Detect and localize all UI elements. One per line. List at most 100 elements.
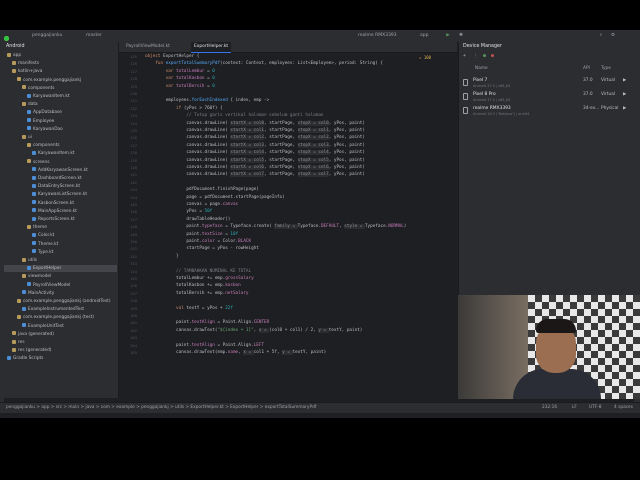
code-line[interactable]: var totalKasbon = 0 — [145, 76, 215, 82]
file-encoding[interactable]: UTF-8 — [589, 403, 602, 413]
launch-device-icon[interactable]: ▶ — [623, 78, 626, 84]
column-api[interactable]: API — [583, 66, 590, 72]
tree-item[interactable]: AddKaryawanScreen.kt — [4, 167, 117, 174]
tree-item[interactable]: ExportHelper — [4, 265, 117, 273]
code-line[interactable]: paint.color = Color.BLACK — [145, 239, 251, 245]
tree-item[interactable]: data — [4, 101, 117, 108]
indent-setting[interactable]: 4 spaces — [614, 403, 633, 413]
tree-item[interactable]: theme — [4, 224, 117, 231]
code-line[interactable]: paint.typeface = Typeface.create( family… — [145, 224, 406, 230]
code-line[interactable]: canvas.drawLine( startX = col5, startPag… — [145, 157, 365, 164]
code-line[interactable]: canvas.drawLine( startX = col1, startPag… — [145, 128, 365, 134]
tree-item[interactable]: components — [4, 85, 117, 92]
tree-item[interactable]: AppDatabase — [4, 109, 117, 116]
tree-item[interactable]: Theme.kt — [4, 241, 117, 248]
code-line[interactable]: startPage = yPos - rowHeight — [145, 246, 258, 252]
run-config-selector[interactable]: app — [420, 33, 428, 39]
tree-item[interactable]: ReportsScreen.kt — [4, 216, 117, 223]
run-icon[interactable]: ▶ — [445, 33, 451, 39]
tree-item[interactable]: com.example.penggajiankj (test) — [4, 314, 117, 321]
tree-item[interactable]: Gradle Scripts — [4, 355, 117, 362]
code-line[interactable]: canvas.drawLine( startX = col6, startPag… — [145, 165, 365, 171]
breadcrumb[interactable]: penggajianku > app > src > main > java >… — [6, 403, 316, 413]
launch-device-icon[interactable]: ▶ — [623, 106, 626, 112]
tree-item[interactable]: KaryawanListScreen.kt — [4, 191, 117, 198]
tree-item[interactable]: screens — [4, 159, 117, 166]
code-line[interactable]: var totalBersih = 0 — [145, 84, 215, 90]
tree-item[interactable]: DashboardScreen.kt — [4, 175, 117, 182]
code-line[interactable]: val textY = yPos + 22f — [145, 306, 233, 312]
tree-item[interactable]: res — [4, 339, 117, 346]
tree-item[interactable]: ExampleUnitTest — [4, 323, 117, 330]
code-line[interactable]: // Tutup garis vertikal halaman sebelum … — [145, 113, 323, 119]
tree-item[interactable]: components — [4, 142, 117, 149]
tree-item[interactable]: PayrollViewModel — [4, 282, 117, 289]
code-line[interactable]: if (yPos > 760f) { — [145, 106, 223, 112]
code-line[interactable]: object ExportHelper { — [145, 54, 199, 60]
code-line[interactable]: paint.textSize = 10f — [145, 232, 238, 238]
settings-icon[interactable]: ⚙ — [610, 33, 616, 39]
tree-item[interactable]: DataEntryScreen.kt — [4, 183, 117, 190]
tree-item[interactable]: KaryawanDao — [4, 126, 117, 133]
code-line[interactable]: canvas.drawText(emp.name, x = col1 + 5f,… — [145, 350, 326, 356]
tab-export-helper[interactable]: ExportHelper.kt — [191, 42, 232, 53]
search-icon[interactable]: ⌕ — [598, 33, 604, 39]
tree-item[interactable]: kotlin+java — [4, 68, 117, 75]
code-line[interactable]: paint.textAlign = Paint.Align.CENTER — [145, 320, 269, 326]
branch-selector[interactable]: master — [86, 33, 102, 39]
tree-item[interactable]: java (generated) — [4, 331, 117, 338]
add-device-icon[interactable]: + — [463, 53, 466, 60]
tree-item[interactable]: res (generated) — [4, 347, 117, 354]
line-separator[interactable]: LF — [572, 403, 577, 413]
maximize-window-button[interactable] — [4, 36, 9, 41]
tree-item[interactable]: viewmodel — [4, 273, 117, 280]
tree-item[interactable]: com.example.penggajiankj — [4, 77, 117, 84]
code-line[interactable]: page = pdfDocument.startPage(pageInfo) — [145, 195, 284, 201]
code-line[interactable]: employees.forEachIndexed { index, emp -> — [145, 98, 270, 104]
tree-item[interactable]: utils — [4, 257, 117, 264]
code-line[interactable]: canvas.drawLine( startX = col4, startPag… — [145, 150, 365, 156]
cursor-position[interactable]: 232:16 — [542, 403, 557, 413]
code-line[interactable]: fun exportTotalSummaryPdf(context: Conte… — [145, 61, 383, 67]
android-icon[interactable]: ● — [483, 53, 486, 60]
more-icon[interactable]: ⋮ — [473, 53, 478, 60]
code-area[interactable]: object ExportHelper { fun exportTotalSum… — [145, 54, 455, 398]
column-name[interactable]: Name — [475, 66, 488, 72]
tree-item[interactable]: manifests — [4, 60, 117, 67]
column-type[interactable]: Type — [601, 66, 611, 72]
tree-item[interactable]: MainActivity — [4, 290, 117, 297]
tree-item[interactable]: KaryawanItem.kt — [4, 93, 117, 100]
debug-icon[interactable]: ✱ — [458, 33, 464, 39]
project-view-selector[interactable]: Android — [6, 44, 25, 50]
tree-item[interactable]: KaryawanItem.kt — [4, 150, 117, 157]
launch-device-icon[interactable]: ▶ — [623, 92, 626, 98]
code-line[interactable]: paint.textAlign = Paint.Align.LEFT — [145, 343, 264, 349]
tree-item[interactable]: Type.kt — [4, 249, 117, 256]
code-line[interactable]: var totalLembur = 0 — [145, 69, 215, 75]
code-line[interactable]: pdfDocument.finishPage(page) — [145, 187, 258, 193]
code-line[interactable]: canvas.drawLine( startX = col7, startPag… — [145, 172, 365, 178]
run-device-selector[interactable]: realme RMX3393 — [358, 33, 397, 39]
code-line[interactable]: canvas.drawText("${index + 1}", x = (col… — [145, 327, 362, 334]
project-selector[interactable]: penggajianku — [32, 33, 62, 39]
tree-item[interactable]: ExampleInstrumentedTest — [4, 306, 117, 313]
code-line[interactable]: totalLembur += emp.grossSalary — [145, 276, 254, 282]
code-line[interactable]: } — [145, 254, 179, 260]
code-line[interactable]: canvas.drawLine( startX = col3, startPag… — [145, 142, 365, 149]
tab-payroll-viewmodel[interactable]: PayrollViewModel.kt — [123, 42, 173, 52]
tree-item[interactable]: ui — [4, 134, 117, 141]
code-line[interactable]: canvas.drawLine( startX = col0, startPag… — [145, 120, 365, 127]
tree-item[interactable]: Employee — [4, 118, 117, 125]
code-editor[interactable]: PayrollViewModel.kt ExportHelper.kt ⚠ 10… — [119, 42, 457, 398]
code-line[interactable]: totalKasbon += emp.kasbon — [145, 283, 241, 289]
code-line[interactable]: drawTableHeader() — [145, 217, 230, 223]
tree-item[interactable]: app — [4, 52, 117, 59]
tree-item[interactable]: Color.kt — [4, 232, 117, 239]
code-line[interactable]: totalBersih += emp.netSalary — [145, 291, 248, 297]
code-line[interactable]: // TAMBAHKAN NOMINAL KE TOTAL — [145, 269, 251, 275]
code-line[interactable]: canvas = page.canvas — [145, 202, 238, 208]
tree-item[interactable]: KasbonScreen.kt — [4, 200, 117, 207]
code-line[interactable]: yPos = 50f — [145, 209, 212, 215]
record-icon[interactable]: ● — [491, 53, 494, 60]
tree-item[interactable]: MainAppScreen.kt — [4, 208, 117, 215]
